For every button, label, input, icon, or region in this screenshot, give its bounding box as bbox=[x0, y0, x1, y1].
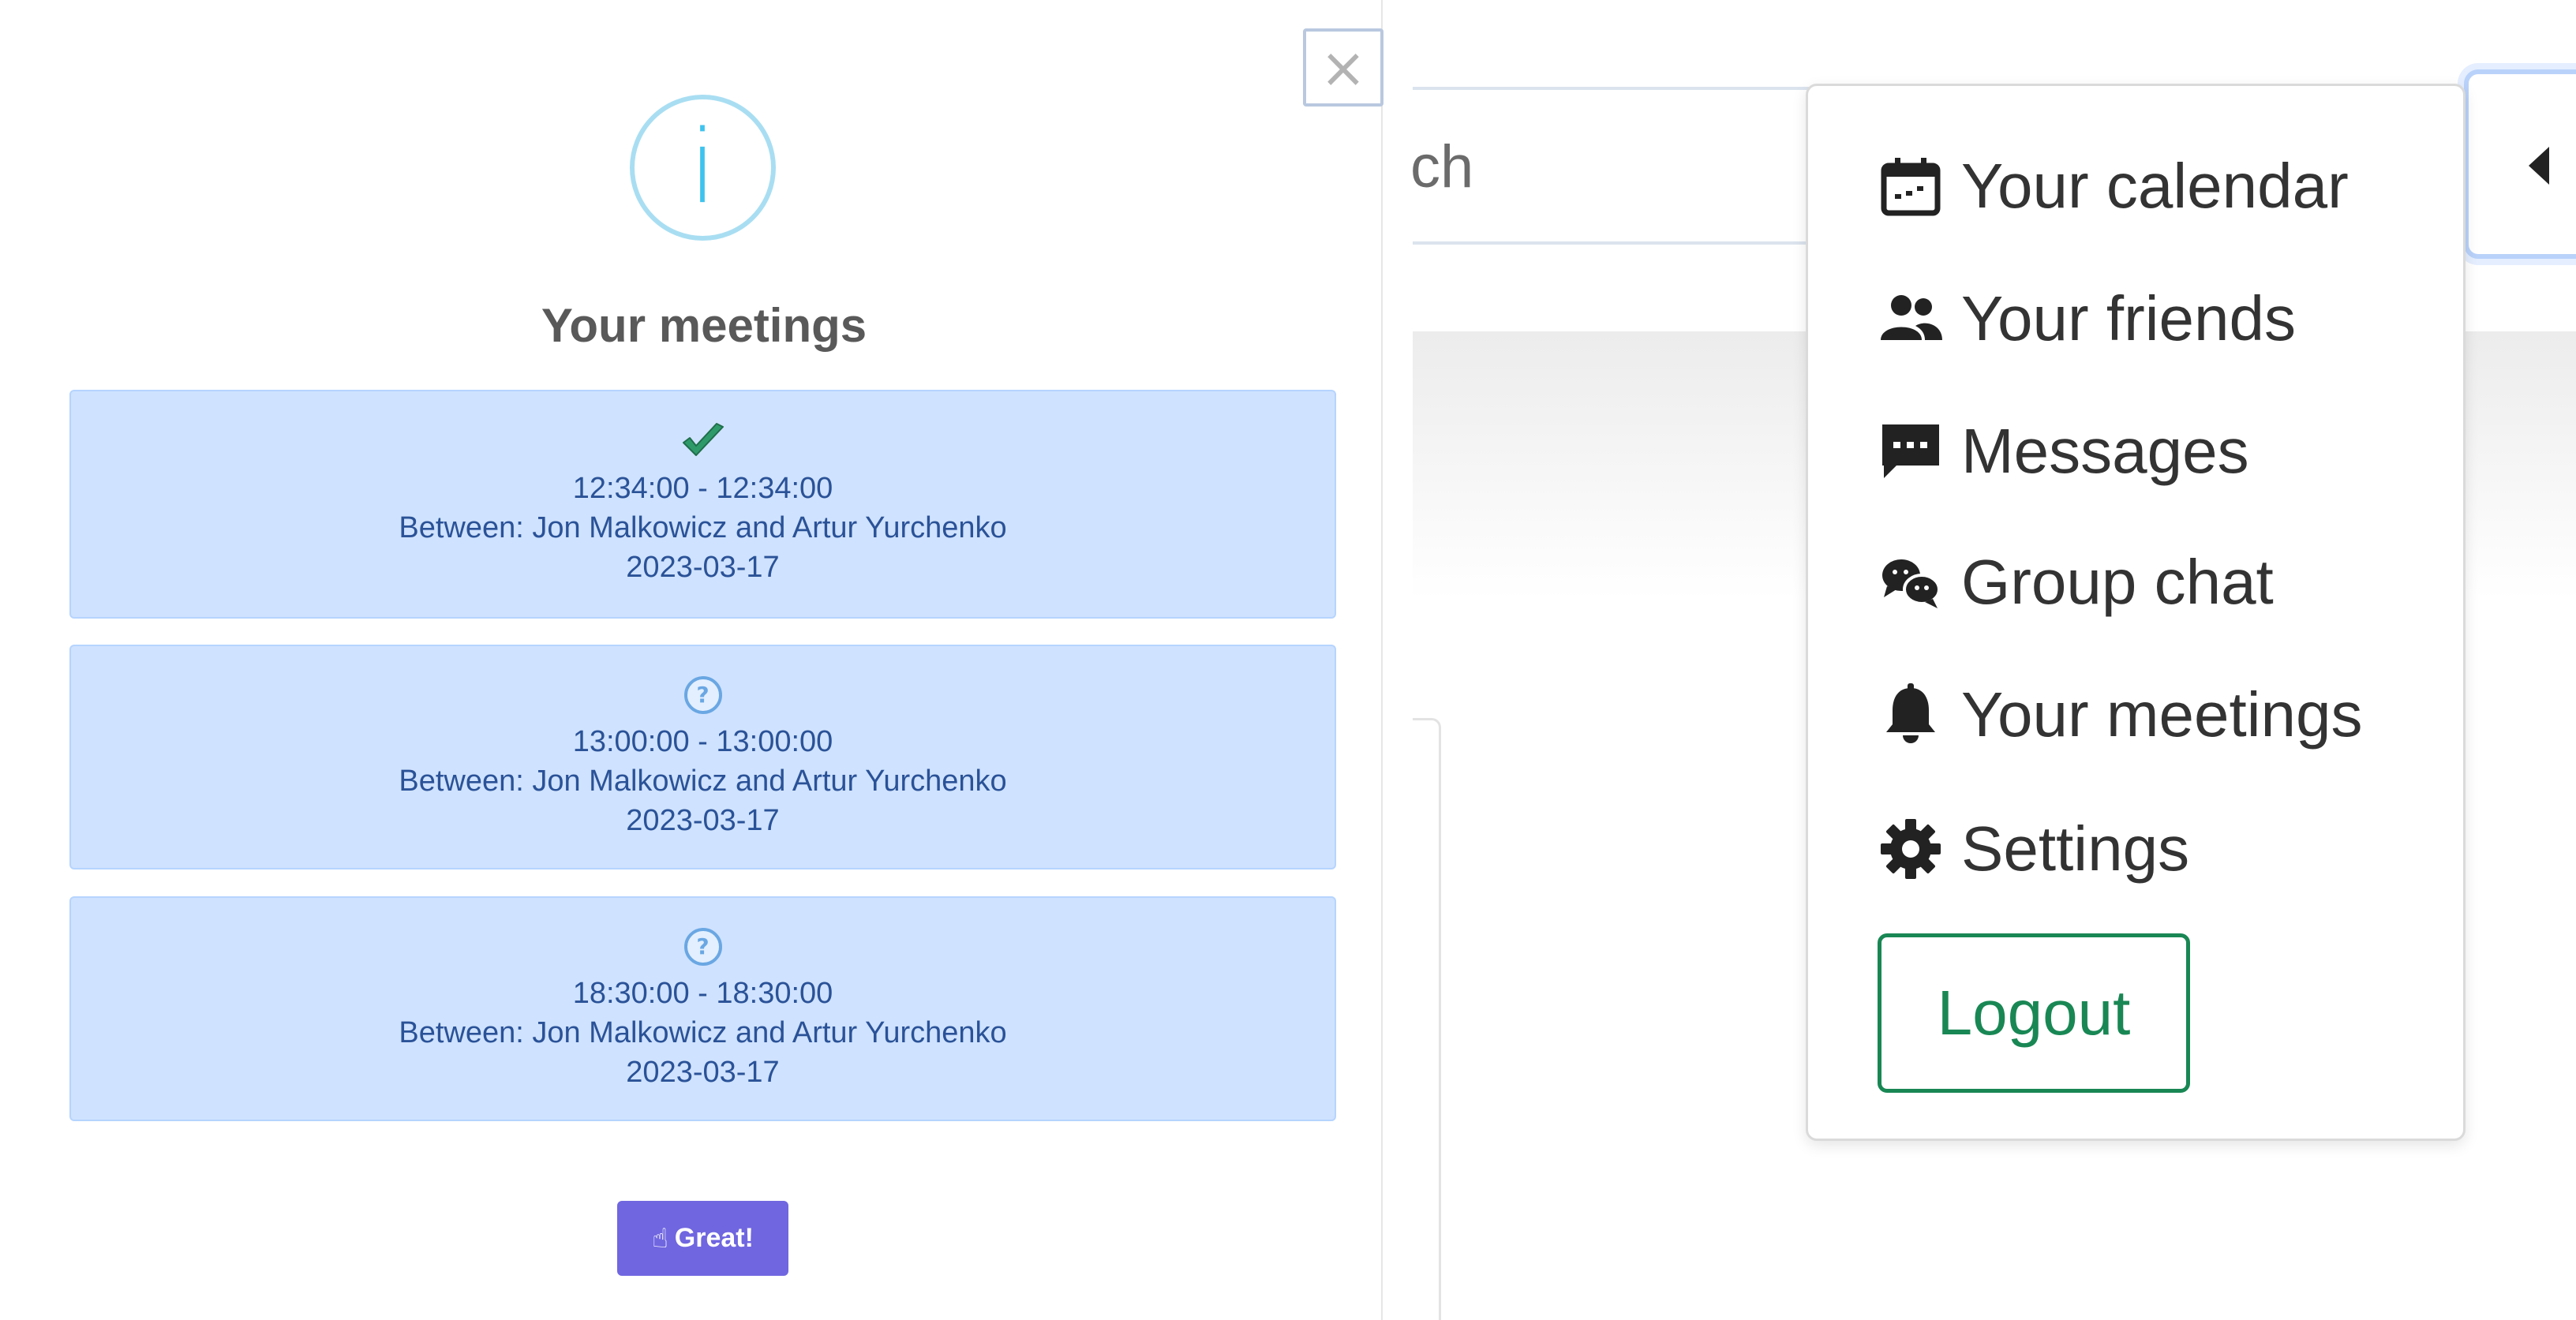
bell-icon bbox=[1878, 682, 1944, 748]
user-dropdown-menu: Your calendar Your friends Messages Grou… bbox=[1806, 84, 2466, 1141]
meeting-date: 2023-03-17 bbox=[626, 1056, 780, 1089]
menu-item-label: Settings bbox=[1961, 813, 2190, 884]
meeting-date: 2023-03-17 bbox=[626, 551, 780, 584]
caret-left-icon bbox=[2529, 147, 2549, 185]
meetings-modal: × i Your meetings 12:34:00 - 12:34:00 Be… bbox=[0, 0, 1383, 1320]
menu-item-label: Your meetings bbox=[1961, 679, 2363, 750]
meeting-time: 18:30:00 - 18:30:00 bbox=[572, 977, 833, 1010]
search-input-text: ch bbox=[1410, 133, 1474, 200]
friends-icon bbox=[1878, 286, 1944, 352]
close-button[interactable]: × bbox=[1303, 28, 1383, 107]
menu-item-group-chat[interactable]: Group chat bbox=[1878, 539, 2430, 626]
meeting-time: 13:00:00 - 13:00:00 bbox=[572, 725, 833, 758]
menu-item-settings[interactable]: Settings bbox=[1878, 806, 2430, 892]
dropdown-toggle-button[interactable] bbox=[2464, 69, 2576, 259]
meeting-participants: Between: Jon Malkowicz and Artur Yurchen… bbox=[399, 511, 1007, 544]
menu-item-label: Messages bbox=[1961, 416, 2249, 486]
menu-item-label: Your friends bbox=[1961, 283, 2296, 353]
message-icon bbox=[1878, 418, 1944, 484]
meeting-card: ? 18:30:00 - 18:30:00 Between: Jon Malko… bbox=[69, 896, 1336, 1121]
menu-item-label: Your calendar bbox=[1961, 151, 2349, 221]
content-panel bbox=[1413, 718, 1441, 1320]
logout-button[interactable]: Logout bbox=[1878, 933, 2190, 1093]
menu-item-calendar[interactable]: Your calendar bbox=[1878, 143, 2430, 230]
meeting-card: ? 13:00:00 - 13:00:00 Between: Jon Malko… bbox=[69, 645, 1336, 869]
meeting-time: 12:34:00 - 12:34:00 bbox=[572, 472, 833, 505]
meeting-date: 2023-03-17 bbox=[626, 804, 780, 837]
calendar-icon bbox=[1878, 153, 1944, 219]
menu-item-meetings[interactable]: Your meetings bbox=[1878, 671, 2430, 758]
thumbs-up-icon: ☝ bbox=[652, 1222, 668, 1255]
check-icon bbox=[71, 420, 1335, 464]
menu-item-label: Group chat bbox=[1961, 547, 2274, 617]
meeting-participants: Between: Jon Malkowicz and Artur Yurchen… bbox=[399, 765, 1007, 798]
question-icon: ? bbox=[683, 676, 722, 714]
menu-item-friends[interactable]: Your friends bbox=[1878, 275, 2430, 362]
meeting-card: 12:34:00 - 12:34:00 Between: Jon Malkowi… bbox=[69, 390, 1336, 619]
modal-title: Your meetings bbox=[541, 299, 867, 352]
group-chat-icon bbox=[1878, 549, 1944, 615]
close-icon: × bbox=[1320, 35, 1367, 100]
question-icon: ? bbox=[683, 928, 722, 966]
great-button[interactable]: ☝ Great! bbox=[617, 1201, 788, 1276]
menu-item-messages[interactable]: Messages bbox=[1878, 408, 2430, 495]
meeting-participants: Between: Jon Malkowicz and Artur Yurchen… bbox=[399, 1016, 1007, 1049]
gear-icon bbox=[1878, 816, 1944, 882]
info-icon: i bbox=[630, 95, 776, 241]
great-button-label: Great! bbox=[674, 1223, 754, 1253]
